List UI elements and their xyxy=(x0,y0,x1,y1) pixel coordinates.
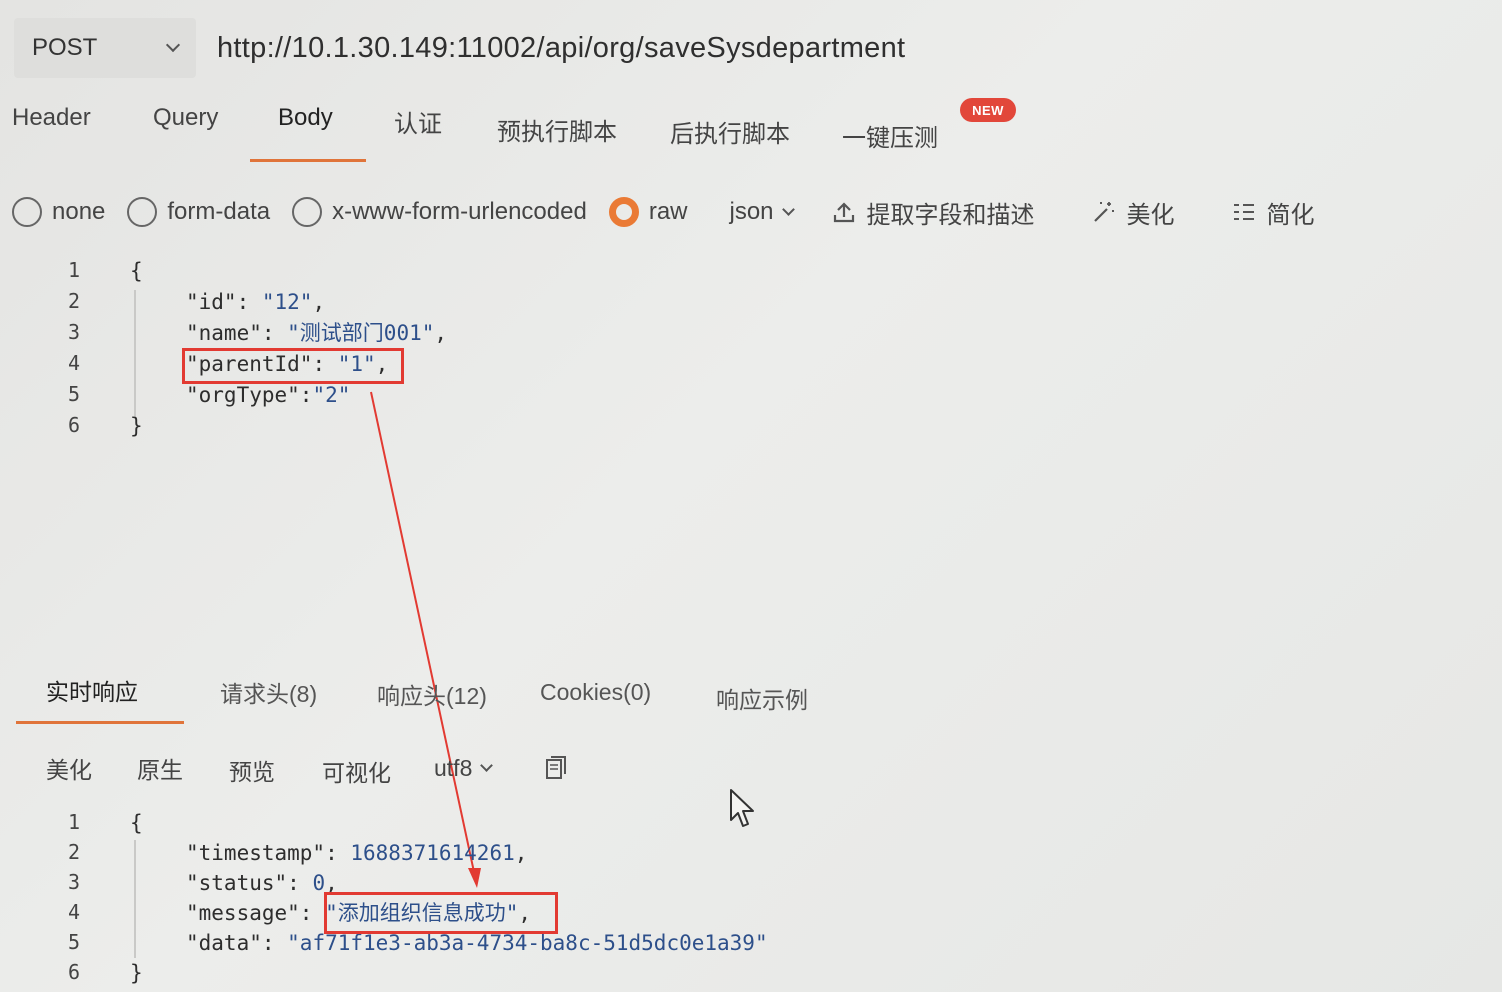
line-number: 4 xyxy=(67,900,80,924)
line-number: 3 xyxy=(67,870,80,894)
tab-cookies[interactable]: Cookies(0) xyxy=(540,679,651,706)
chevron-down-icon xyxy=(480,759,494,772)
resp-visualize-button[interactable]: 可视化 xyxy=(322,754,391,788)
tab-live-response-underline xyxy=(16,721,184,724)
code-line: { xyxy=(130,811,143,835)
line-number: 5 xyxy=(67,930,80,954)
tab-response-examples[interactable]: 响应示例 xyxy=(716,681,808,715)
code-line: "timestamp": 1688371614261, xyxy=(186,841,528,865)
encoding-label: utf8 xyxy=(434,755,473,781)
code-line: } xyxy=(130,961,143,985)
message-highlight-box xyxy=(324,892,558,934)
resp-beautify-button[interactable]: 美化 xyxy=(46,751,92,785)
line-number: 6 xyxy=(67,960,80,984)
resp-preview-button[interactable]: 预览 xyxy=(229,753,275,787)
line-number: 1 xyxy=(67,810,80,834)
tab-response-headers[interactable]: 响应头(12) xyxy=(377,677,487,711)
copy-icon[interactable] xyxy=(544,755,568,781)
tab-live-response[interactable]: 实时响应 xyxy=(46,673,138,707)
response-line-numbers: 1 2 3 4 5 6 xyxy=(20,807,80,987)
line-number: 2 xyxy=(67,840,80,864)
resp-raw-button[interactable]: 原生 xyxy=(137,751,183,785)
tab-request-headers[interactable]: 请求头(8) xyxy=(220,675,317,709)
encoding-select[interactable]: utf8 xyxy=(434,755,494,782)
